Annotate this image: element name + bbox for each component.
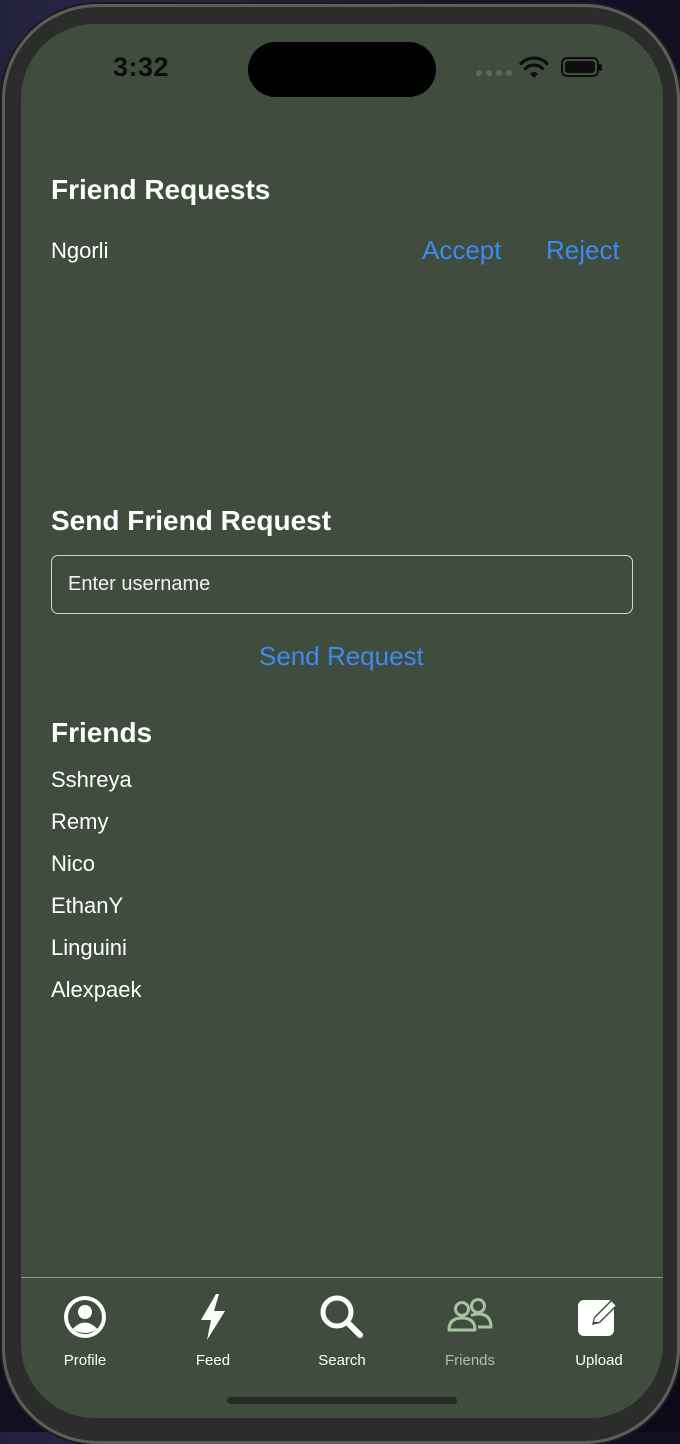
app-screen: 3:32 Friend Requests Ngorli Accept Rejec… (21, 24, 663, 1418)
friend-item: Remy (51, 809, 109, 834)
friends-title: Friends (51, 717, 153, 748)
tab-friends[interactable]: Friends (420, 1292, 520, 1380)
square-pencil-icon (578, 1299, 618, 1336)
tab-feed-label: Feed (195, 1352, 231, 1369)
home-indicator[interactable] (227, 1397, 457, 1404)
status-bar-time: 3:32 (113, 52, 170, 82)
battery-icon (561, 57, 602, 77)
friend-item: Nico (51, 851, 96, 876)
send-request-button[interactable]: Send Request (259, 641, 424, 672)
tab-upload[interactable]: Upload (549, 1292, 649, 1380)
tab-search[interactable]: Search (292, 1292, 392, 1380)
tab-feed[interactable]: Feed (163, 1292, 263, 1380)
reject-button[interactable]: Reject (546, 235, 620, 266)
friend-item: Alexpaek (51, 977, 142, 1002)
username-input[interactable] (51, 555, 633, 614)
request-sender-name: Ngorli (51, 238, 109, 263)
friends-list: Sshreya Remy Nico EthanY Linguini Alexpa… (51, 766, 142, 1018)
tab-friends-label: Friends (444, 1352, 496, 1369)
magnifying-glass-icon (320, 1295, 363, 1338)
send-friend-request-title: Send Friend Request (51, 505, 332, 536)
cellular-signal-icon (476, 70, 512, 76)
friend-item: Sshreya (51, 767, 132, 792)
tab-profile-label: Profile (63, 1352, 107, 1369)
tab-search-label: Search (318, 1352, 366, 1369)
accept-button[interactable]: Accept (422, 235, 502, 266)
friend-item: EthanY (51, 893, 124, 918)
friend-item: Linguini (51, 935, 127, 960)
person-circle-icon (64, 1296, 106, 1338)
tab-profile[interactable]: Profile (35, 1292, 135, 1380)
people-icon (447, 1298, 493, 1332)
friend-requests-title: Friend Requests (51, 174, 271, 205)
dynamic-island (248, 42, 436, 97)
bolt-icon (201, 1294, 225, 1340)
wifi-icon (519, 56, 549, 78)
tab-upload-label: Upload (575, 1352, 623, 1369)
